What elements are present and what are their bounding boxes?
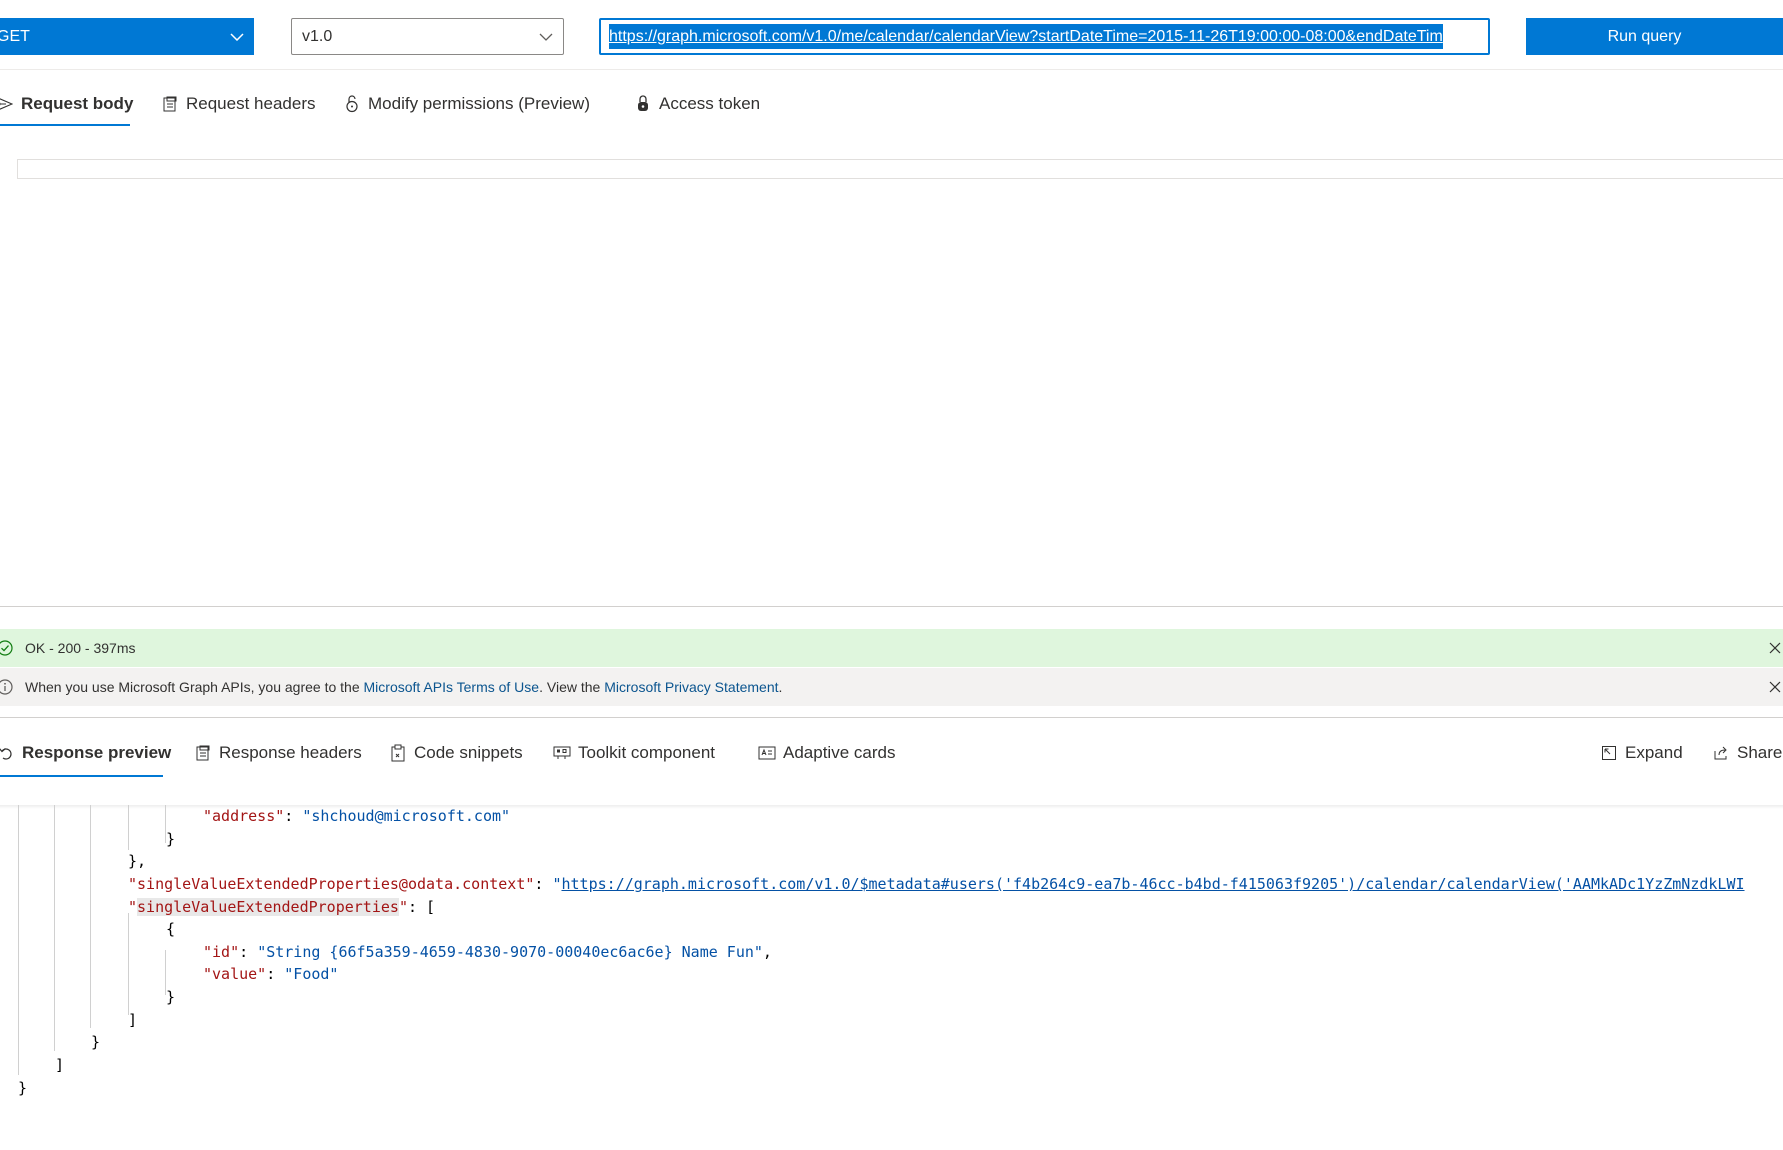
json-key: "singleValueExtendedProperties@odata.con…	[128, 875, 535, 893]
chevron-down-icon	[539, 19, 553, 54]
close-icon[interactable]	[1767, 679, 1783, 695]
active-tab-indicator	[0, 775, 163, 777]
share-button[interactable]: Share	[1712, 736, 1782, 770]
tab-request-headers[interactable]: Request headers	[161, 86, 315, 122]
tab-label: Request headers	[186, 94, 316, 113]
send-icon	[0, 95, 14, 113]
tab-response-headers[interactable]: Response headers	[194, 736, 362, 770]
indent-guide	[128, 805, 129, 850]
json-line: }	[91, 1033, 101, 1051]
json-line: {	[166, 920, 176, 938]
tab-label: Modify permissions (Preview)	[368, 94, 590, 113]
indent-guide	[54, 805, 55, 1051]
active-tab-indicator	[0, 124, 130, 126]
checkmark-circle-icon	[0, 640, 13, 656]
card-icon	[758, 744, 776, 762]
tab-label: Request body	[21, 94, 134, 113]
tab-code-snippets[interactable]: Code snippets	[389, 736, 523, 770]
expand-icon	[1600, 744, 1618, 762]
version-value: v1.0	[302, 28, 333, 45]
response-json-viewer[interactable]: "address": "shchoud@microsoft.com" } }, …	[0, 805, 1783, 1150]
json-line: }	[18, 1079, 28, 1097]
tab-label: Adaptive cards	[783, 743, 896, 762]
tab-modify-permissions[interactable]: Modify permissions (Preview)	[343, 86, 590, 122]
json-key-highlighted: singleValueExtendedProperties	[137, 898, 399, 916]
clipboard-icon	[389, 744, 407, 762]
json-key: "address"	[203, 807, 285, 825]
http-method-value: GET	[0, 28, 30, 45]
http-method-dropdown[interactable]: GET	[0, 18, 254, 55]
expand-label: Expand	[1625, 743, 1683, 762]
tab-label: Response headers	[219, 743, 362, 762]
splitter[interactable]	[0, 606, 1783, 607]
tab-label: Access token	[659, 94, 761, 113]
terms-of-use-link[interactable]: Microsoft APIs Terms of Use	[364, 679, 540, 695]
privacy-statement-link[interactable]: Microsoft Privacy Statement	[604, 679, 778, 695]
info-middle: . View the	[539, 679, 605, 695]
json-line: "value": "Food"	[203, 965, 339, 983]
json-string: "Food"	[284, 965, 339, 983]
json-url-link[interactable]: https://graph.microsoft.com/v1.0/$metada…	[561, 875, 1744, 893]
shield-lock-icon	[634, 95, 652, 113]
tab-request-body[interactable]: Request body	[0, 86, 133, 122]
json-line: }	[166, 988, 176, 1006]
divider	[0, 717, 1783, 718]
json-line: }	[166, 830, 176, 848]
share-icon	[1712, 744, 1730, 762]
json-string: "String {66f5a359-4659-4830-9070-00040ec…	[257, 943, 763, 961]
tab-access-token[interactable]: Access token	[634, 86, 760, 122]
request-body-editor[interactable]	[17, 159, 1783, 179]
json-key: "id"	[203, 943, 240, 961]
version-dropdown[interactable]: v1.0	[291, 18, 564, 55]
close-icon[interactable]	[1767, 640, 1783, 656]
document-icon	[194, 744, 212, 762]
json-line: "singleValueExtendedProperties@odata.con…	[128, 875, 1745, 893]
indent-guide	[18, 805, 19, 1075]
toolkit-icon	[553, 744, 571, 762]
chevron-down-icon	[230, 18, 244, 55]
info-suffix: .	[778, 679, 783, 695]
tab-label: Toolkit component	[578, 743, 716, 762]
tab-label: Response preview	[22, 743, 172, 762]
share-label: Share	[1737, 743, 1783, 762]
json-line: ]	[55, 1056, 65, 1074]
indent-guide	[90, 805, 91, 1028]
tab-adaptive-cards[interactable]: Adaptive cards	[758, 736, 895, 770]
json-line: "id": "String {66f5a359-4659-4830-9070-0…	[203, 943, 772, 961]
tab-response-preview[interactable]: Response preview	[0, 736, 171, 770]
info-message-bar: When you use Microsoft Graph APIs, you a…	[0, 668, 1783, 706]
divider	[0, 69, 1783, 70]
json-line: },	[128, 852, 147, 870]
query-url-text: https://graph.microsoft.com/v1.0/me/cale…	[609, 24, 1443, 49]
indent-guide	[128, 913, 129, 1015]
info-text: When you use Microsoft Graph APIs, you a…	[25, 668, 782, 706]
tab-toolkit-component[interactable]: Toolkit component	[553, 736, 715, 770]
undo-arrow-icon	[0, 744, 15, 762]
info-prefix: When you use Microsoft Graph APIs, you a…	[25, 679, 364, 695]
info-icon	[0, 679, 13, 695]
lock-icon	[343, 95, 361, 113]
json-line: "address": "shchoud@microsoft.com"	[203, 807, 511, 825]
expand-button[interactable]: Expand	[1600, 736, 1683, 770]
document-icon	[161, 95, 179, 113]
run-query-button[interactable]: Run query	[1526, 18, 1783, 55]
status-message-bar: OK - 200 - 397ms	[0, 629, 1783, 667]
json-line: ]	[128, 1011, 138, 1029]
query-url-input[interactable]: https://graph.microsoft.com/v1.0/me/cale…	[599, 18, 1490, 55]
json-key: "value"	[203, 965, 267, 983]
json-line: "singleValueExtendedProperties": [	[128, 898, 436, 916]
tab-label: Code snippets	[414, 743, 523, 762]
status-text: OK - 200 - 397ms	[25, 640, 136, 656]
json-string: "shchoud@microsoft.com"	[302, 807, 511, 825]
